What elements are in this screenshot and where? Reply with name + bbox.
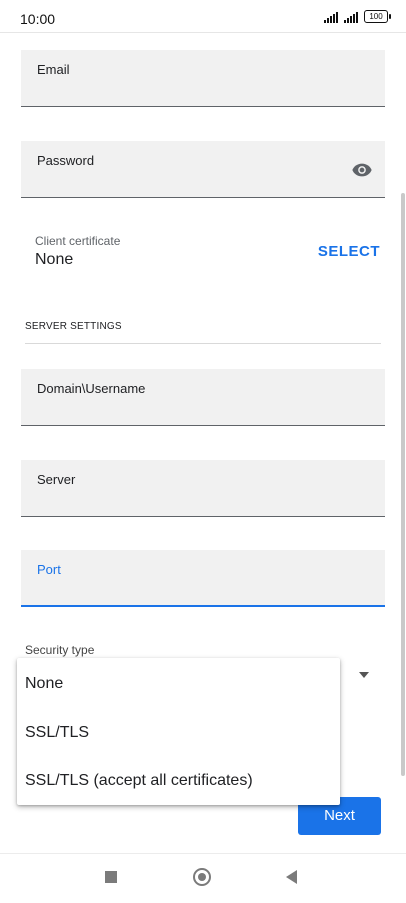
port-field[interactable]: Port [21,550,385,607]
email-label: Email [37,62,70,77]
triangle-down-icon[interactable] [359,672,369,678]
client-certificate-value: None [35,251,74,268]
navigation-bar [0,853,406,903]
client-certificate-label: Client certificate [35,234,121,248]
status-icons: 100 [324,10,391,23]
security-option-ssl-tls[interactable]: SSL/TLS [25,724,89,742]
password-field[interactable]: Password [21,141,385,198]
signal-icon-2 [344,11,358,23]
port-label: Port [37,562,61,577]
select-certificate-button[interactable]: SELECT [318,243,380,260]
battery-level: 100 [369,12,383,21]
email-field[interactable]: Email [21,50,385,107]
security-option-none[interactable]: None [25,675,63,693]
scrollbar[interactable] [401,193,405,776]
triangle-back-icon[interactable] [286,870,297,884]
server-field[interactable]: Server [21,460,385,517]
section-divider [25,343,381,344]
circle-home-icon[interactable] [193,868,211,886]
square-recents-icon[interactable] [105,871,117,883]
status-bar: 10:00 100 [0,0,406,33]
server-label: Server [37,472,76,487]
status-time: 10:00 [20,11,56,27]
server-settings-heading: SERVER SETTINGS [25,321,122,332]
security-option-ssl-tls-accept-all[interactable]: SSL/TLS (accept all certificates) [25,772,253,790]
signal-icon [324,11,338,23]
domain-username-label: Domain\Username [37,381,146,396]
eye-icon[interactable] [349,159,375,181]
domain-username-field[interactable]: Domain\Username [21,369,385,426]
security-type-label: Security type [25,643,95,657]
security-type-dropdown: None SSL/TLS SSL/TLS (accept all certifi… [17,658,340,805]
battery-icon: 100 [364,10,391,23]
password-label: Password [37,153,95,168]
